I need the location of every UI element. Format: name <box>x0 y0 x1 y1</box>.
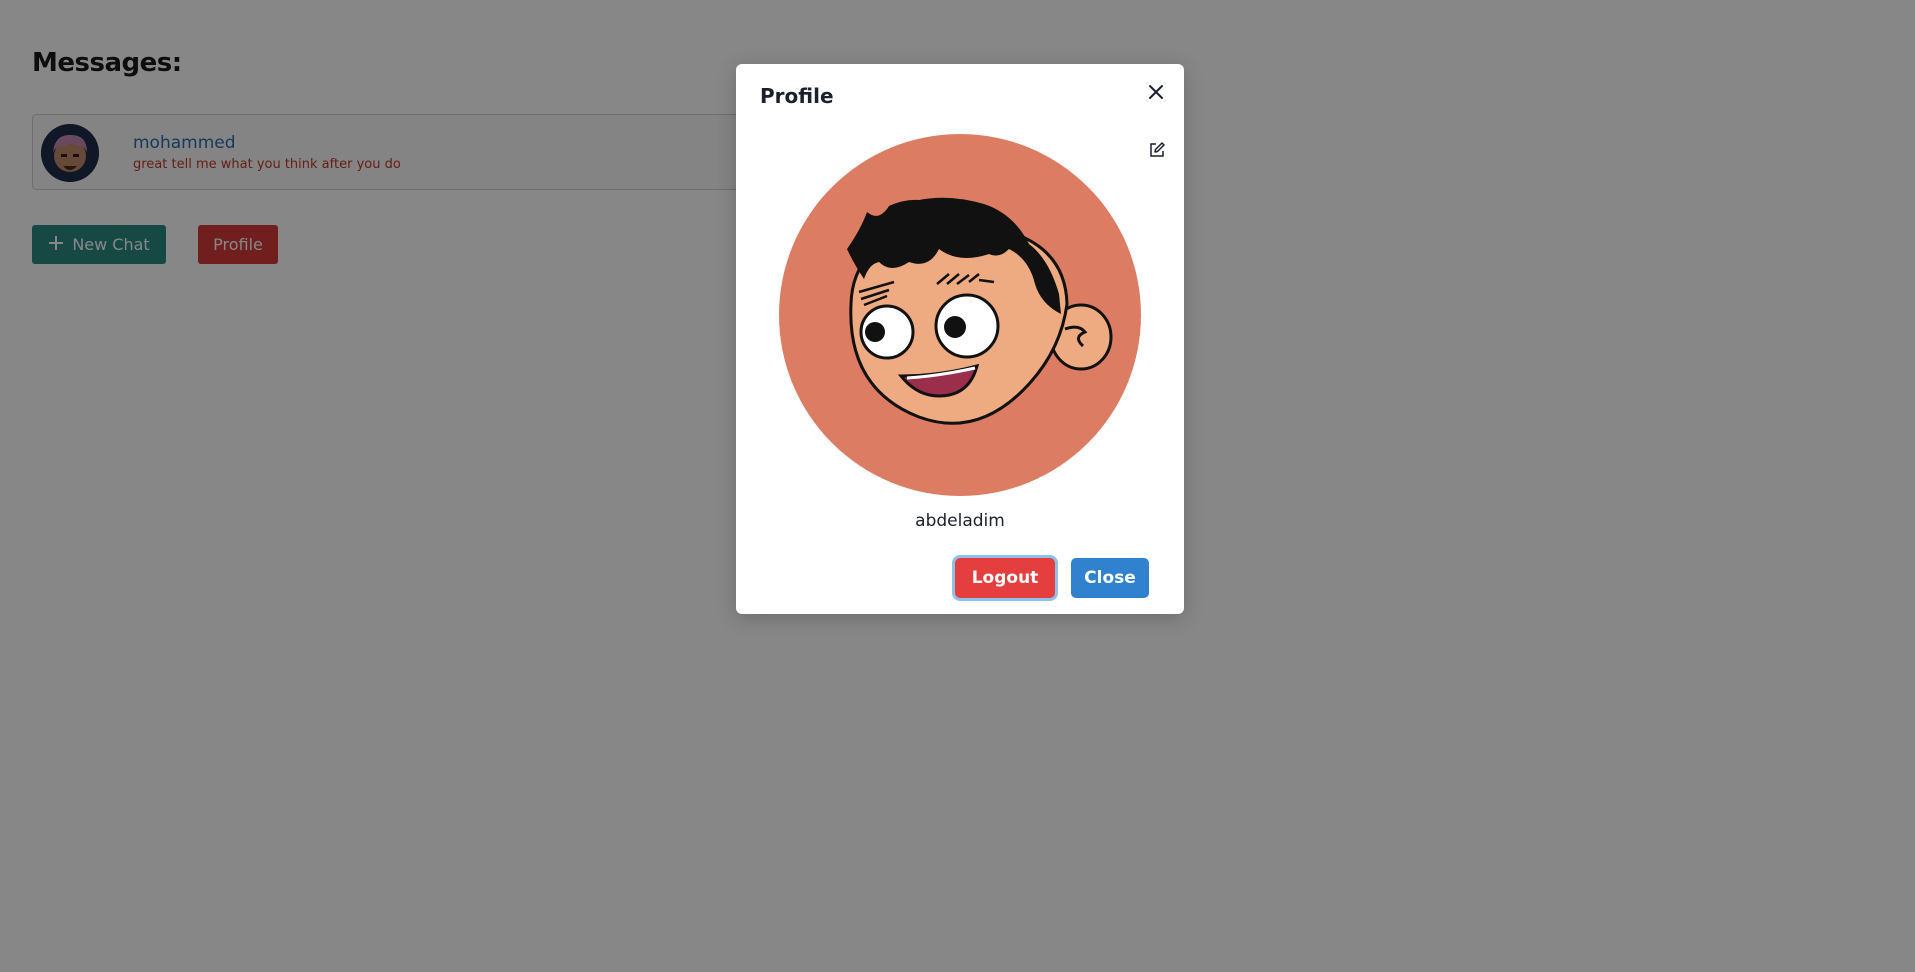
cartoon-boy-avatar <box>779 134 1141 496</box>
close-button[interactable]: Close <box>1071 558 1149 598</box>
close-icon[interactable] <box>1142 78 1170 106</box>
page: Messages: mohammed great tell me what yo… <box>0 0 1915 972</box>
edit-icon[interactable] <box>1146 139 1168 161</box>
modal-title: Profile <box>760 84 834 108</box>
profile-username: abdeladim <box>915 511 1005 531</box>
logout-button[interactable]: Logout <box>955 558 1055 598</box>
profile-modal: Profile abdeladim Logout Close <box>736 64 1184 614</box>
